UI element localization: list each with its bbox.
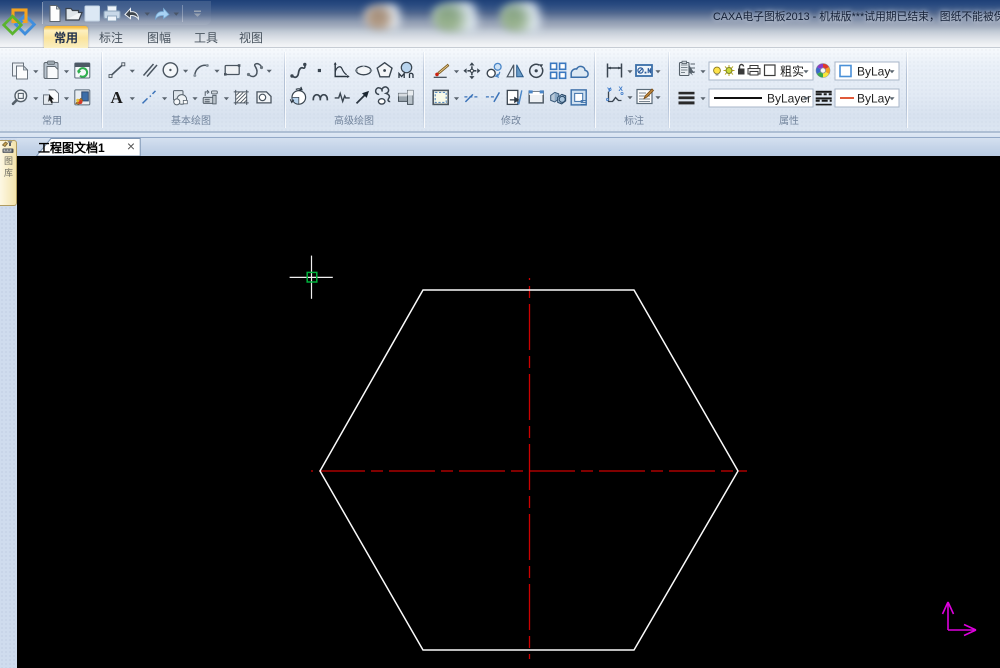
svg-text:ByLay: ByLay (857, 92, 890, 106)
svg-text:粗实: 粗实 (780, 64, 804, 79)
svg-text:X: X (619, 86, 624, 93)
svg-text:A: A (110, 88, 123, 107)
svg-text:ByLayer: ByLayer (767, 92, 811, 106)
svg-text:ByLay: ByLay (857, 65, 890, 79)
